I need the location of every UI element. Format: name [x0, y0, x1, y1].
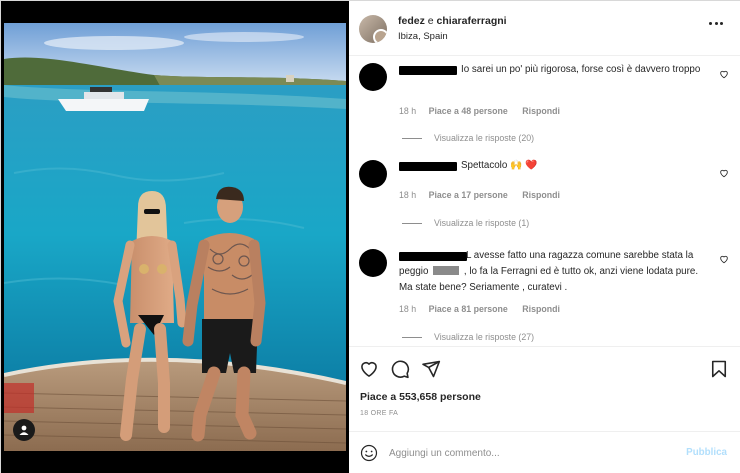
- post-likes-count[interactable]: Piace a 553,658 persone: [360, 391, 481, 403]
- comment-heart-icon[interactable]: [719, 168, 729, 178]
- reply-button[interactable]: Rispondi: [522, 304, 560, 314]
- commenter-avatar[interactable]: [359, 63, 387, 91]
- emoji-icon[interactable]: [360, 444, 378, 462]
- commenter-avatar[interactable]: [359, 160, 387, 188]
- comment-likes[interactable]: Piace a 48 persone: [429, 106, 508, 116]
- comment-text: Spettacolo 🙌 ❤️: [461, 160, 538, 171]
- comment-heart-icon[interactable]: [719, 254, 729, 264]
- add-comment-bar: Pubblica: [349, 431, 740, 473]
- post-location[interactable]: Ibiza, Spain: [398, 31, 448, 42]
- reply-button[interactable]: Rispondi: [522, 106, 560, 116]
- post-actions: Piace a 553,658 persone 18 ORE FA: [349, 346, 740, 431]
- author-username[interactable]: fedez: [398, 15, 425, 27]
- comment-meta: 18 h Piace a 17 persone Rispondi: [399, 190, 572, 200]
- author-avatar[interactable]: [359, 15, 387, 43]
- commenter-avatar[interactable]: [359, 249, 387, 277]
- user-tag-icon: [19, 425, 29, 435]
- replies-divider: [402, 222, 422, 224]
- post-photo[interactable]: [4, 23, 346, 451]
- comment-item: Spettacolo 🙌 ❤️ 18 h Piace a 17 persone …: [349, 152, 740, 242]
- publish-button[interactable]: Pubblica: [686, 447, 727, 458]
- view-replies-button[interactable]: Visualizza le risposte (27): [402, 332, 534, 342]
- coauthor-username[interactable]: chiaraferragni: [437, 15, 507, 27]
- authors-conjunction: e: [427, 15, 434, 27]
- comment-meta: 18 h Piace a 81 persone Rispondi: [399, 304, 572, 314]
- replies-divider: [402, 137, 422, 139]
- reply-button[interactable]: Rispondi: [522, 190, 560, 200]
- comment-item: L avesse fatto una ragazza comune sarebb…: [349, 242, 740, 346]
- heart-icon[interactable]: [359, 359, 379, 379]
- comment-text: L avesse fatto una ragazza comune sarebb…: [399, 248, 709, 296]
- comment-likes[interactable]: Piace a 81 persone: [429, 304, 508, 314]
- paper-plane-icon[interactable]: [421, 359, 441, 379]
- comment-text: Io sarei un po' più rigorosa, forse così…: [461, 64, 701, 75]
- post-authors: fedez e chiaraferragni: [398, 15, 507, 27]
- instagram-post-window: fedez e chiaraferragni Ibiza, Spain Io s…: [0, 0, 740, 473]
- view-replies-label: Visualizza le risposte (27): [434, 332, 535, 342]
- post-details-panel: fedez e chiaraferragni Ibiza, Spain Io s…: [349, 1, 740, 473]
- comment-time: 18 h: [399, 304, 417, 314]
- comment-bubble-icon[interactable]: [390, 359, 410, 379]
- bookmark-icon[interactable]: [709, 359, 729, 379]
- comment-meta: 18 h Piace a 48 persone Rispondi: [399, 106, 572, 116]
- photo-column: [1, 1, 349, 473]
- tagged-users-toggle[interactable]: [13, 419, 35, 441]
- post-time-ago: 18 ORE FA: [360, 410, 399, 417]
- more-options-icon[interactable]: [709, 21, 723, 27]
- comment-heart-icon[interactable]: [719, 69, 729, 79]
- redacted-word: [433, 266, 460, 275]
- view-replies-label: Visualizza le risposte (1): [434, 218, 530, 228]
- view-replies-button[interactable]: Visualizza le risposte (1): [402, 218, 529, 228]
- comment-item: Io sarei un po' più rigorosa, forse così…: [349, 56, 740, 152]
- comment-time: 18 h: [399, 190, 417, 200]
- comment-likes[interactable]: Piace a 17 persone: [429, 190, 508, 200]
- comment-input[interactable]: [389, 445, 669, 461]
- comments-list[interactable]: Io sarei un po' più rigorosa, forse così…: [349, 56, 740, 346]
- view-replies-label: Visualizza le risposte (20): [434, 133, 535, 143]
- coauthor-avatar: [373, 29, 387, 43]
- post-header: fedez e chiaraferragni Ibiza, Spain: [349, 1, 740, 56]
- replies-divider: [402, 336, 422, 338]
- view-replies-button[interactable]: Visualizza le risposte (20): [402, 133, 534, 143]
- comment-time: 18 h: [399, 106, 417, 116]
